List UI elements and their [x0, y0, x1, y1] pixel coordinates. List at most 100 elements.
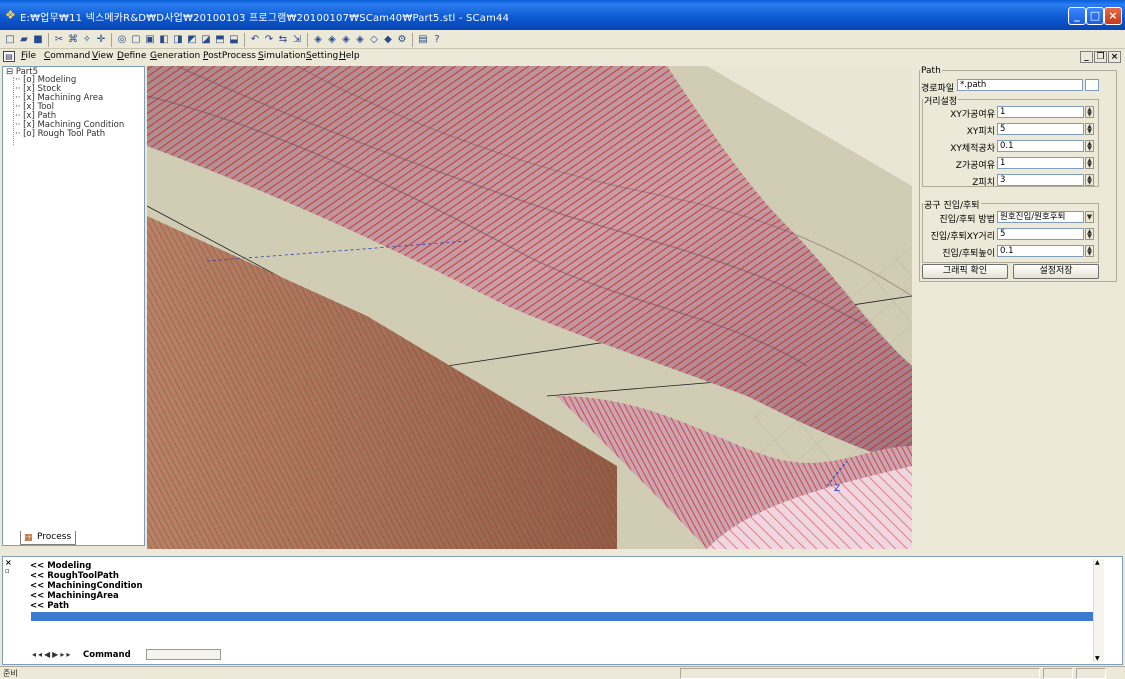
mdi-restore-button[interactable]: ❐	[1094, 51, 1107, 63]
view-back-icon[interactable]: ⬒	[213, 33, 227, 46]
status-cell	[680, 668, 1040, 679]
path-file-label: 경로파일	[921, 84, 955, 94]
close-button[interactable]: ×	[1104, 7, 1122, 25]
save-icon[interactable]: ■	[31, 33, 45, 46]
rotate-right-icon[interactable]: ↷	[262, 33, 276, 46]
mdi-minimize-button[interactable]: _	[1080, 51, 1093, 63]
menu-file[interactable]: File	[21, 51, 36, 61]
pan-icon[interactable]: ⇆	[276, 33, 290, 46]
approach-height-spinner[interactable]: ▲ ▼	[1085, 245, 1094, 257]
close-icon[interactable]: ×	[5, 558, 12, 567]
xy-pitch-field[interactable]: 5	[997, 123, 1084, 135]
extend-icon[interactable]: ✧	[80, 33, 94, 46]
title-bar: ❖ E:₩업무₩11 넥스메카R&D₩D사업₩20100103 프로그램₩201…	[0, 0, 1125, 30]
help-icon[interactable]: ?	[430, 33, 444, 46]
xy-tolerance-spinner[interactable]: ▲ ▼	[1085, 140, 1094, 152]
approach-xy-distance-spinner[interactable]: ▲ ▼	[1085, 228, 1094, 240]
xy-tolerance-field[interactable]: 0.1	[997, 140, 1084, 152]
distance-group-title: 거리설정	[923, 94, 959, 107]
approach-method-select[interactable]: 원호진입/원호후퇴	[997, 211, 1084, 223]
cut-icon[interactable]: ✂	[52, 33, 66, 46]
3d-viewport[interactable]: Z	[147, 66, 912, 549]
view-side-icon[interactable]: ◪	[199, 33, 213, 46]
mdi-close-button[interactable]: ×	[1108, 51, 1121, 63]
shade-1-icon[interactable]: ◈	[311, 33, 325, 46]
z-allowance-label: Z가공여유	[955, 161, 995, 171]
zoom-icon[interactable]: ◎	[115, 33, 129, 46]
status-text: 준비	[3, 669, 18, 678]
command-line: << MachiningCondition	[30, 581, 143, 591]
xy-tolerance-label: XY체적공차	[950, 144, 995, 154]
fit-icon[interactable]: ⇲	[290, 33, 304, 46]
process-icon: ▦	[24, 533, 33, 543]
tree-item-rough-tool-path[interactable]: ·· [o] Rough Tool Path	[15, 130, 105, 139]
graphic-check-button[interactable]: 그래픽 확인	[922, 264, 1008, 279]
z-allowance-field[interactable]: 1	[997, 157, 1084, 169]
approach-xy-distance-field[interactable]: 5	[997, 228, 1084, 240]
toolpath-view: Z	[147, 66, 912, 549]
move-icon[interactable]: ✛	[94, 33, 108, 46]
status-bar: 준비	[0, 666, 1125, 679]
approach-xy-distance-label: 진입/후퇴XY거리	[930, 232, 995, 242]
shade-4-icon[interactable]: ◈	[353, 33, 367, 46]
rotate-left-icon[interactable]: ↶	[248, 33, 262, 46]
menu-define[interactable]: Define	[117, 51, 146, 61]
box-icon[interactable]: ▢	[129, 33, 143, 46]
open-folder-icon[interactable]: ▰	[17, 33, 31, 46]
horizontal-scrollbar[interactable]	[146, 649, 221, 660]
pin-icon[interactable]: ▫	[5, 567, 10, 575]
menu-command[interactable]: Command	[44, 51, 90, 61]
box-solid-icon[interactable]: ▣	[143, 33, 157, 46]
xy-allowance-label: XY가공여유	[950, 110, 995, 120]
approach-method-label: 진입/후퇴 방법	[939, 215, 995, 225]
view-iso-icon[interactable]: ◧	[157, 33, 171, 46]
menu-postprocess[interactable]: PostProcess	[203, 51, 256, 61]
menu-simulation[interactable]: Simulation	[258, 51, 306, 61]
window-title: E:₩업무₩11 넥스메카R&D₩D사업₩20100103 프로그램₩20100…	[20, 13, 510, 24]
menu-generation[interactable]: Generation	[150, 51, 200, 61]
trim-icon[interactable]: ⌘	[66, 33, 80, 46]
command-line: << Modeling	[30, 561, 92, 571]
settings-icon[interactable]: ⚙	[395, 33, 409, 46]
tab-nav-buttons[interactable]: ◂◂◀▶▸▸	[32, 650, 72, 659]
minimize-button[interactable]: _	[1068, 7, 1086, 25]
xy-allowance-field[interactable]: 1	[997, 106, 1084, 118]
main-toolbar: □ ▰ ■ ✂ ⌘ ✧ ✛ ◎ ▢ ▣ ◧ ◨ ◩ ◪ ⬒ ⬓ ↶ ↷ ⇆ ⇲ …	[0, 31, 1125, 49]
view-front-icon[interactable]: ◩	[185, 33, 199, 46]
browse-button[interactable]	[1085, 79, 1099, 91]
chevron-down-icon[interactable]: ▼	[1085, 211, 1094, 223]
approach-group-title: 공구 진입/후퇴	[923, 198, 981, 211]
path-file-field[interactable]: *.path	[957, 79, 1083, 91]
wire-icon[interactable]: ◇	[367, 33, 381, 46]
path-properties-panel: Path 경로파일 *.path 거리설정 XY가공여유 1 ▲ ▼ XY피치 5…	[917, 66, 1122, 284]
tab-command[interactable]: Command	[83, 649, 143, 661]
solid-icon[interactable]: ◆	[381, 33, 395, 46]
maximize-button[interactable]: □	[1086, 7, 1104, 25]
menu-view[interactable]: View	[92, 51, 113, 61]
z-pitch-field[interactable]: 3	[997, 174, 1084, 186]
command-input-line[interactable]	[31, 612, 1093, 621]
document-icon[interactable]: ▤	[3, 51, 15, 62]
view-top-icon[interactable]: ◨	[171, 33, 185, 46]
svg-text:Z: Z	[834, 484, 840, 494]
view-bottom-icon[interactable]: ⬓	[227, 33, 241, 46]
shade-2-icon[interactable]: ◈	[325, 33, 339, 46]
new-file-icon[interactable]: □	[3, 33, 17, 46]
xy-allowance-spinner[interactable]: ▲ ▼	[1085, 106, 1094, 118]
tab-process[interactable]: ▦ Process	[20, 531, 76, 545]
approach-height-field[interactable]: 0.1	[997, 245, 1084, 257]
save-settings-button[interactable]: 설정저장	[1013, 264, 1099, 279]
command-line: << MachiningArea	[30, 591, 119, 601]
app-icon: ❖	[5, 8, 16, 22]
z-allowance-spinner[interactable]: ▲ ▼	[1085, 157, 1094, 169]
vertical-scrollbar[interactable]: ▲ ▼	[1093, 559, 1104, 662]
menu-setting[interactable]: Setting	[306, 51, 338, 61]
window-icon[interactable]: ▤	[416, 33, 430, 46]
z-pitch-spinner[interactable]: ▲ ▼	[1085, 174, 1094, 186]
menu-help[interactable]: Help	[339, 51, 360, 61]
xy-pitch-spinner[interactable]: ▲ ▼	[1085, 123, 1094, 135]
shade-3-icon[interactable]: ◈	[339, 33, 353, 46]
command-line: << RoughToolPath	[30, 571, 119, 581]
command-window: × ▫ << Modeling << RoughToolPath << Mach…	[2, 556, 1123, 665]
process-tree-panel: ⊟ Part5 ·· [o] Modeling ·· [x] Stock ·· …	[2, 66, 145, 546]
